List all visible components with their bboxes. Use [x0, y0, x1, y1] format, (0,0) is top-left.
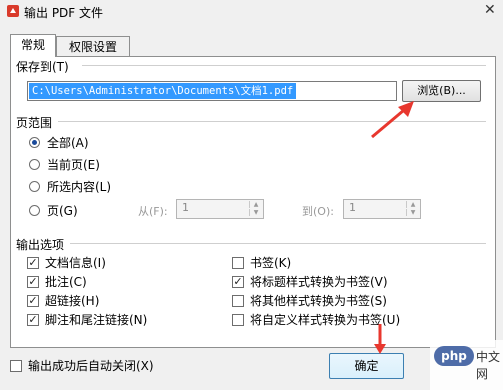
- checkbox-comments[interactable]: ✓: [27, 276, 39, 288]
- comments-label: 批注(C): [45, 275, 87, 289]
- spin-down-icon[interactable]: ▼: [249, 209, 262, 216]
- close-icon[interactable]: ✕: [484, 2, 496, 18]
- radio-pages-label: 页(G): [47, 204, 78, 218]
- browse-button[interactable]: 浏览(B)...: [402, 80, 481, 102]
- php-logo: php: [434, 346, 474, 366]
- auto-close-label: 输出成功后自动关闭(X): [28, 359, 154, 373]
- checkbox-footnote-links[interactable]: ✓: [27, 314, 39, 326]
- radio-selection[interactable]: [29, 181, 40, 192]
- tab-general[interactable]: 常规: [10, 34, 56, 57]
- checkbox-other-bookmarks[interactable]: [232, 295, 244, 307]
- radio-current-page-label: 当前页(E): [47, 158, 100, 172]
- to-spinner[interactable]: 1 ▲ ▼: [343, 199, 421, 219]
- checkbox-custom-bookmarks[interactable]: [232, 314, 244, 326]
- checkbox-auto-close[interactable]: [10, 360, 22, 372]
- radio-current-page[interactable]: [29, 159, 40, 170]
- checkbox-heading-bookmarks[interactable]: ✓: [232, 276, 244, 288]
- doc-info-label: 文档信息(I): [45, 256, 106, 270]
- from-label: 从(F):: [138, 205, 168, 218]
- ok-button[interactable]: 确定: [329, 353, 404, 379]
- divider: [82, 65, 486, 66]
- radio-all-label: 全部(A): [47, 136, 89, 150]
- checkbox-doc-info[interactable]: ✓: [27, 257, 39, 269]
- window-title: 输出 PDF 文件: [24, 6, 104, 20]
- bookmarks-label: 书签(K): [250, 256, 292, 270]
- spin-down-icon[interactable]: ▼: [406, 209, 419, 216]
- spin-up-icon[interactable]: ▲: [406, 201, 419, 208]
- from-value: 1: [182, 201, 189, 214]
- other-bookmarks-label: 将其他样式转换为书签(S): [250, 294, 387, 308]
- radio-selection-label: 所选内容(L): [47, 180, 112, 194]
- page-range-label: 页范围: [16, 116, 53, 130]
- to-label: 到(O):: [302, 205, 334, 218]
- hyperlinks-label: 超链接(H): [45, 294, 100, 308]
- checkbox-bookmarks[interactable]: [232, 257, 244, 269]
- pdf-app-icon: [7, 5, 19, 17]
- divider: [70, 243, 486, 244]
- radio-pages[interactable]: [29, 205, 40, 216]
- from-spinner[interactable]: 1 ▲ ▼: [176, 199, 264, 219]
- divider: [58, 121, 486, 122]
- checkbox-hyperlinks[interactable]: ✓: [27, 295, 39, 307]
- save-path-input[interactable]: C:\Users\Administrator\Documents\文档1.pdf: [27, 81, 397, 101]
- save-to-label: 保存到(T): [16, 60, 69, 74]
- custom-bookmarks-label: 将自定义样式转换为书签(U): [250, 313, 401, 327]
- save-path-value: C:\Users\Administrator\Documents\文档1.pdf: [29, 83, 297, 99]
- tab-permissions[interactable]: 权限设置: [56, 36, 130, 57]
- heading-bookmarks-label: 将标题样式转换为书签(V): [250, 275, 388, 289]
- spin-up-icon[interactable]: ▲: [249, 201, 262, 208]
- watermark-text: 中文网: [476, 350, 501, 381]
- radio-all[interactable]: [29, 137, 40, 148]
- output-options-label: 输出选项: [16, 238, 65, 252]
- footnote-links-label: 脚注和尾注链接(N): [45, 313, 148, 327]
- to-value: 1: [349, 201, 356, 214]
